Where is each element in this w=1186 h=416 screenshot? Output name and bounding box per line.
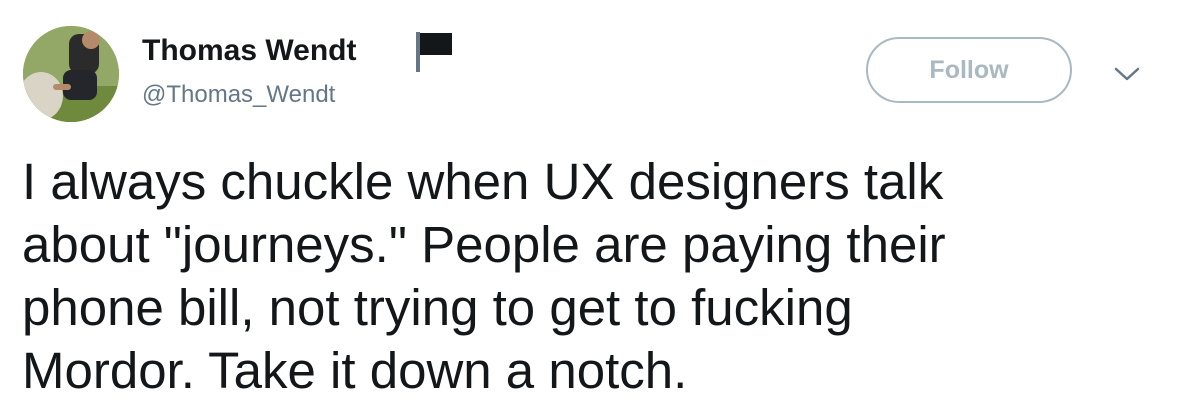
tweet-text: I always chuckle when UX designers talk … <box>22 150 1162 402</box>
follow-button[interactable]: Follow <box>866 37 1072 103</box>
more-options-button[interactable] <box>1108 60 1146 88</box>
tweet-text-line: Mordor. Take it down a notch. <box>22 342 688 399</box>
avatar[interactable] <box>23 26 119 122</box>
tweet-text-line: I always chuckle when UX designers talk <box>22 153 944 210</box>
author-handle[interactable]: @Thomas_Wendt <box>142 80 335 110</box>
tweet-text-line: about "journeys." People are paying thei… <box>22 216 946 273</box>
black-flag-icon <box>416 32 452 72</box>
chevron-down-icon <box>1114 67 1140 81</box>
tweet-text-line: phone bill, not trying to get to fucking <box>22 279 853 336</box>
author-display-name[interactable]: Thomas Wendt <box>142 33 356 69</box>
avatar-photo <box>23 26 119 122</box>
